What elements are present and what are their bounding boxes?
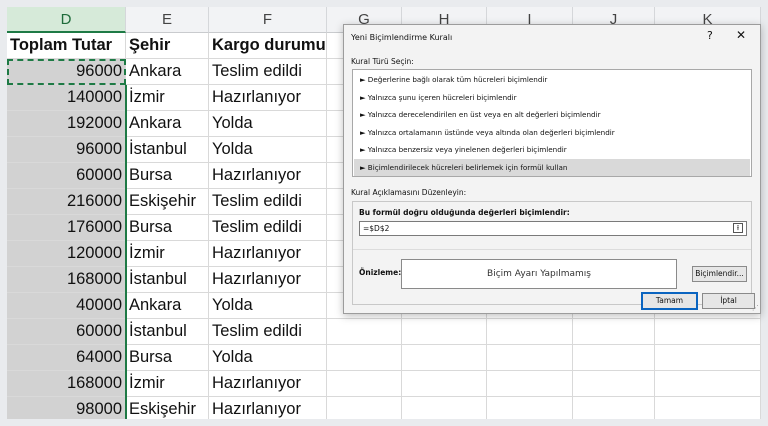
city-cell[interactable]: İstanbul	[126, 319, 209, 345]
empty-cell[interactable]	[327, 371, 402, 397]
total-cell[interactable]: 98000	[7, 397, 126, 419]
status-cell[interactable]: Teslim edildi	[209, 189, 327, 215]
empty-cell[interactable]	[487, 319, 573, 345]
empty-cell[interactable]	[402, 397, 487, 419]
header-cell[interactable]: Şehir	[126, 33, 209, 59]
empty-cell[interactable]	[487, 371, 573, 397]
total-cell[interactable]: 96000	[7, 137, 126, 163]
status-cell[interactable]: Teslim edildi	[209, 319, 327, 345]
table-row: 64000 Bursa Yolda	[7, 345, 761, 371]
table-row: 168000 İzmir Hazırlanıyor	[7, 371, 761, 397]
status-cell[interactable]: Hazırlanıyor	[209, 267, 327, 293]
empty-cell[interactable]	[655, 397, 761, 419]
city-cell[interactable]: Bursa	[126, 345, 209, 371]
total-cell[interactable]: 40000	[7, 293, 126, 319]
dialog-title: Yeni Biçimlendirme Kuralı	[351, 33, 453, 42]
ok-button[interactable]: Tamam	[641, 292, 698, 310]
status-cell[interactable]: Hazırlanıyor	[209, 397, 327, 419]
formula-label: Bu formül doğru olduğunda değerleri biçi…	[359, 208, 570, 217]
formula-input[interactable]: =$D$2 ⭱	[359, 221, 747, 236]
rule-type-item[interactable]: ► Yalnızca benzersiz veya yinelenen değe…	[354, 141, 750, 158]
header-cell[interactable]: Kargo durumu	[209, 33, 327, 59]
divider	[353, 249, 751, 250]
empty-cell[interactable]	[655, 345, 761, 371]
city-cell[interactable]: İzmir	[126, 371, 209, 397]
rule-type-item[interactable]: ► Biçimlendirilecek hücreleri belirlemek…	[354, 158, 750, 176]
empty-cell[interactable]	[402, 345, 487, 371]
status-cell[interactable]: Yolda	[209, 111, 327, 137]
empty-cell[interactable]	[327, 397, 402, 419]
table-row: 60000 İstanbul Teslim edildi	[7, 319, 761, 345]
total-cell[interactable]: 60000	[7, 319, 126, 345]
total-cell[interactable]: 216000	[7, 189, 126, 215]
close-icon[interactable]: ✕	[736, 28, 746, 42]
empty-cell[interactable]	[327, 319, 402, 345]
empty-cell[interactable]	[487, 345, 573, 371]
selection-border	[125, 85, 127, 419]
empty-cell[interactable]	[402, 319, 487, 345]
city-cell[interactable]: Bursa	[126, 215, 209, 241]
collapse-dialog-icon[interactable]: ⭱	[733, 223, 743, 233]
total-cell[interactable]: 192000	[7, 111, 126, 137]
city-cell[interactable]: Ankara	[126, 111, 209, 137]
empty-cell[interactable]	[573, 397, 655, 419]
header-cell[interactable]: Toplam Tutar	[7, 33, 126, 59]
rule-description-box: Bu formül doğru olduğunda değerleri biçi…	[352, 201, 752, 305]
preview-label: Önizleme:	[359, 268, 402, 277]
empty-cell[interactable]	[487, 397, 573, 419]
total-cell[interactable]: 176000	[7, 215, 126, 241]
status-cell[interactable]: Yolda	[209, 137, 327, 163]
total-cell[interactable]: 64000	[7, 345, 126, 371]
total-cell[interactable]: 96000	[7, 59, 126, 85]
preview-box: Biçim Ayarı Yapılmamış	[401, 259, 677, 289]
resize-grip-icon[interactable]: ⋰	[752, 304, 759, 312]
status-cell[interactable]: Yolda	[209, 345, 327, 371]
rule-type-item[interactable]: ► Yalnızca derecelendirilen en üst veya …	[354, 106, 750, 123]
empty-cell[interactable]	[573, 345, 655, 371]
status-cell[interactable]: Hazırlanıyor	[209, 371, 327, 397]
total-cell[interactable]: 140000	[7, 85, 126, 111]
empty-cell[interactable]	[573, 319, 655, 345]
empty-cell[interactable]	[402, 371, 487, 397]
total-cell[interactable]: 60000	[7, 163, 126, 189]
help-icon[interactable]: ?	[707, 29, 713, 42]
rule-type-item[interactable]: ► Yalnızca ortalamanın üstünde veya altı…	[354, 124, 750, 141]
city-cell[interactable]: İzmir	[126, 85, 209, 111]
empty-cell[interactable]	[655, 371, 761, 397]
city-cell[interactable]: Ankara	[126, 59, 209, 85]
empty-cell[interactable]	[655, 319, 761, 345]
city-cell[interactable]: Ankara	[126, 293, 209, 319]
empty-cell[interactable]	[573, 371, 655, 397]
city-cell[interactable]: Bursa	[126, 163, 209, 189]
status-cell[interactable]: Hazırlanıyor	[209, 241, 327, 267]
status-cell[interactable]: Teslim edildi	[209, 215, 327, 241]
format-button[interactable]: Biçimlendir...	[692, 266, 747, 282]
city-cell[interactable]: İstanbul	[126, 137, 209, 163]
column-header-f[interactable]: F	[209, 7, 327, 33]
status-cell[interactable]: Teslim edildi	[209, 59, 327, 85]
rule-type-list[interactable]: ► Değerlerine bağlı olarak tüm hücreleri…	[352, 69, 752, 177]
total-cell[interactable]: 120000	[7, 241, 126, 267]
table-row: 98000 Eskişehir Hazırlanıyor	[7, 397, 761, 419]
city-cell[interactable]: Eskişehir	[126, 397, 209, 419]
total-cell[interactable]: 168000	[7, 371, 126, 397]
empty-cell[interactable]	[327, 345, 402, 371]
formula-value: =$D$2	[363, 224, 390, 233]
rule-type-label: Kural Türü Seçin:	[351, 57, 414, 66]
column-header-e[interactable]: E	[126, 7, 209, 33]
status-cell[interactable]: Hazırlanıyor	[209, 85, 327, 111]
rule-type-item[interactable]: ► Yalnızca şunu içeren hücreleri biçimle…	[354, 89, 750, 106]
new-formatting-rule-dialog: Yeni Biçimlendirme Kuralı ? ✕ Kural Türü…	[343, 24, 761, 314]
city-cell[interactable]: İzmir	[126, 241, 209, 267]
status-cell[interactable]: Yolda	[209, 293, 327, 319]
status-cell[interactable]: Hazırlanıyor	[209, 163, 327, 189]
column-header-d[interactable]: D	[7, 7, 126, 33]
rule-type-item[interactable]: ► Değerlerine bağlı olarak tüm hücreleri…	[354, 71, 750, 88]
city-cell[interactable]: Eskişehir	[126, 189, 209, 215]
rule-description-label: Kural Açıklamasını Düzenleyin:	[351, 188, 467, 197]
total-cell[interactable]: 168000	[7, 267, 126, 293]
city-cell[interactable]: İstanbul	[126, 267, 209, 293]
cancel-button[interactable]: İptal	[702, 293, 755, 309]
